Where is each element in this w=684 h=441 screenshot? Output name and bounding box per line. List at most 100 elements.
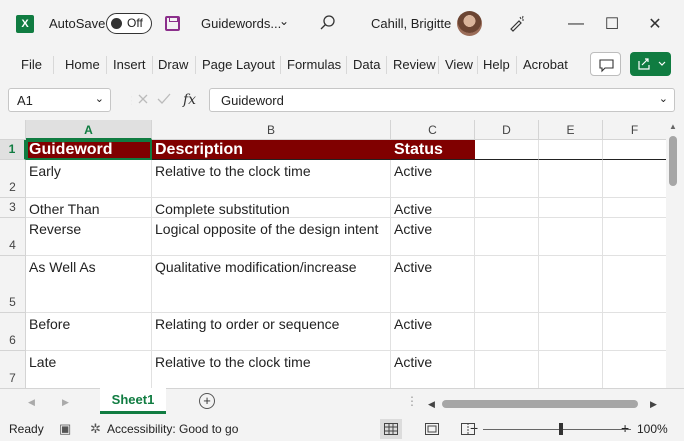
scroll-left-icon[interactable]: ◀ — [428, 399, 435, 410]
column-header-a[interactable]: A — [26, 120, 152, 140]
cell-b3[interactable]: Complete substitution — [152, 198, 391, 218]
cell-d6[interactable] — [475, 313, 539, 351]
cell-c7[interactable]: Active — [391, 351, 475, 388]
tab-review[interactable]: Review — [393, 57, 436, 72]
tab-draw[interactable]: Draw — [158, 57, 188, 72]
search-icon[interactable] — [318, 13, 338, 33]
cell-f5[interactable] — [603, 256, 666, 313]
vertical-scroll-thumb[interactable] — [669, 136, 677, 186]
tab-page-layout[interactable]: Page Layout — [202, 57, 275, 72]
zoom-slider[interactable] — [483, 429, 631, 430]
cell-d4[interactable] — [475, 218, 539, 256]
add-sheet-button[interactable]: + — [199, 393, 215, 409]
maximize-button[interactable]: ☐ — [597, 10, 627, 38]
cell-b5[interactable]: Qualitative modification/increase — [152, 256, 391, 313]
document-title[interactable]: Guidewords... — [201, 16, 281, 31]
cell-e3[interactable] — [539, 198, 603, 218]
comments-button[interactable] — [590, 52, 621, 76]
save-icon[interactable] — [165, 16, 180, 31]
cell-a2[interactable]: Early — [26, 160, 152, 198]
designer-pen-icon[interactable] — [507, 13, 527, 33]
cell-a7[interactable]: Late — [26, 351, 152, 388]
formula-input[interactable]: Guideword ⌄ — [209, 88, 675, 112]
name-box[interactable]: A1 ⌄ — [8, 88, 111, 112]
select-all-corner[interactable] — [0, 120, 26, 140]
cell-f1[interactable] — [603, 140, 666, 160]
scroll-right-icon[interactable]: ▶ — [650, 399, 657, 410]
row-header[interactable]: 1 — [0, 140, 26, 160]
cell-d1[interactable] — [475, 140, 539, 160]
column-header-d[interactable]: D — [475, 120, 539, 140]
scroll-up-icon[interactable]: ▲ — [669, 122, 677, 131]
cell-f7[interactable] — [603, 351, 666, 388]
page-layout-view-button[interactable] — [421, 419, 443, 439]
cell-e4[interactable] — [539, 218, 603, 256]
cell-c4[interactable]: Active — [391, 218, 475, 256]
cell-f3[interactable] — [603, 198, 666, 218]
cell-e6[interactable] — [539, 313, 603, 351]
cell-d3[interactable] — [475, 198, 539, 218]
cell-b4[interactable]: Logical opposite of the design intent — [152, 218, 391, 256]
tab-view[interactable]: View — [445, 57, 473, 72]
macro-record-icon[interactable]: ▣ — [59, 421, 71, 437]
share-button[interactable] — [630, 52, 671, 76]
row-header[interactable]: 5 — [0, 256, 26, 313]
cell-f2[interactable] — [603, 160, 666, 198]
zoom-percent[interactable]: 100% — [637, 422, 668, 436]
column-header-b[interactable]: B — [152, 120, 391, 140]
column-header-e[interactable]: E — [539, 120, 603, 140]
tab-data[interactable]: Data — [353, 57, 380, 72]
sheet-tab-sheet1[interactable]: Sheet1 — [100, 388, 166, 414]
cell-b7[interactable]: Relative to the clock time — [152, 351, 391, 388]
cell-d7[interactable] — [475, 351, 539, 388]
horizontal-scrollbar[interactable]: ◀ ▶ — [428, 396, 668, 412]
cell-c2[interactable]: Active — [391, 160, 475, 198]
column-header-c[interactable]: C — [391, 120, 475, 140]
cell-c1[interactable]: Status — [391, 140, 475, 160]
row-header[interactable]: 2 — [0, 160, 26, 198]
cell-f6[interactable] — [603, 313, 666, 351]
cell-a5[interactable]: As Well As — [26, 256, 152, 313]
autosave-toggle[interactable]: Off — [106, 13, 152, 34]
row-header[interactable]: 4 — [0, 218, 26, 256]
prev-sheet-icon[interactable]: ◀ — [28, 397, 35, 408]
vertical-scrollbar[interactable]: ▲ — [666, 120, 684, 388]
accessibility-icon[interactable]: ✲ — [90, 421, 101, 437]
tab-acrobat[interactable]: Acrobat — [523, 57, 568, 72]
zoom-slider-thumb[interactable] — [559, 423, 563, 435]
chevron-down-icon[interactable]: ⌄ — [95, 92, 104, 105]
cell-e1[interactable] — [539, 140, 603, 160]
cell-e5[interactable] — [539, 256, 603, 313]
cell-a6[interactable]: Before — [26, 313, 152, 351]
row-header[interactable]: 6 — [0, 313, 26, 351]
page-break-view-button[interactable] — [457, 419, 479, 439]
row-header[interactable]: 7 — [0, 351, 26, 388]
cell-b2[interactable]: Relative to the clock time — [152, 160, 391, 198]
avatar[interactable] — [457, 11, 482, 36]
minimize-button[interactable]: — — [561, 10, 591, 38]
zoom-in-button[interactable]: + — [621, 420, 629, 436]
close-button[interactable]: ✕ — [640, 10, 670, 38]
tab-formulas[interactable]: Formulas — [287, 57, 341, 72]
cell-e7[interactable] — [539, 351, 603, 388]
next-sheet-icon[interactable]: ▶ — [62, 397, 69, 408]
spreadsheet-grid[interactable]: A B C D E F 1 Guideword Description Stat… — [0, 120, 666, 388]
chevron-down-icon[interactable]: ⌄ — [279, 14, 289, 28]
cell-c6[interactable]: Active — [391, 313, 475, 351]
cell-f4[interactable] — [603, 218, 666, 256]
tab-home[interactable]: Home — [65, 57, 100, 72]
user-name[interactable]: Cahill, Brigitte — [371, 16, 451, 31]
cell-a1[interactable]: Guideword — [26, 140, 152, 160]
tab-help[interactable]: Help — [483, 57, 510, 72]
accessibility-status[interactable]: Accessibility: Good to go — [107, 422, 238, 436]
cell-d5[interactable] — [475, 256, 539, 313]
chevron-down-icon[interactable]: ⌄ — [659, 92, 668, 105]
tab-insert[interactable]: Insert — [113, 57, 146, 72]
cell-b6[interactable]: Relating to order or sequence — [152, 313, 391, 351]
row-header[interactable]: 3 — [0, 198, 26, 218]
cell-a3[interactable]: Other Than — [26, 198, 152, 218]
horizontal-scroll-thumb[interactable] — [442, 400, 638, 408]
cell-e2[interactable] — [539, 160, 603, 198]
column-header-f[interactable]: F — [603, 120, 666, 140]
normal-view-button[interactable] — [380, 419, 402, 439]
